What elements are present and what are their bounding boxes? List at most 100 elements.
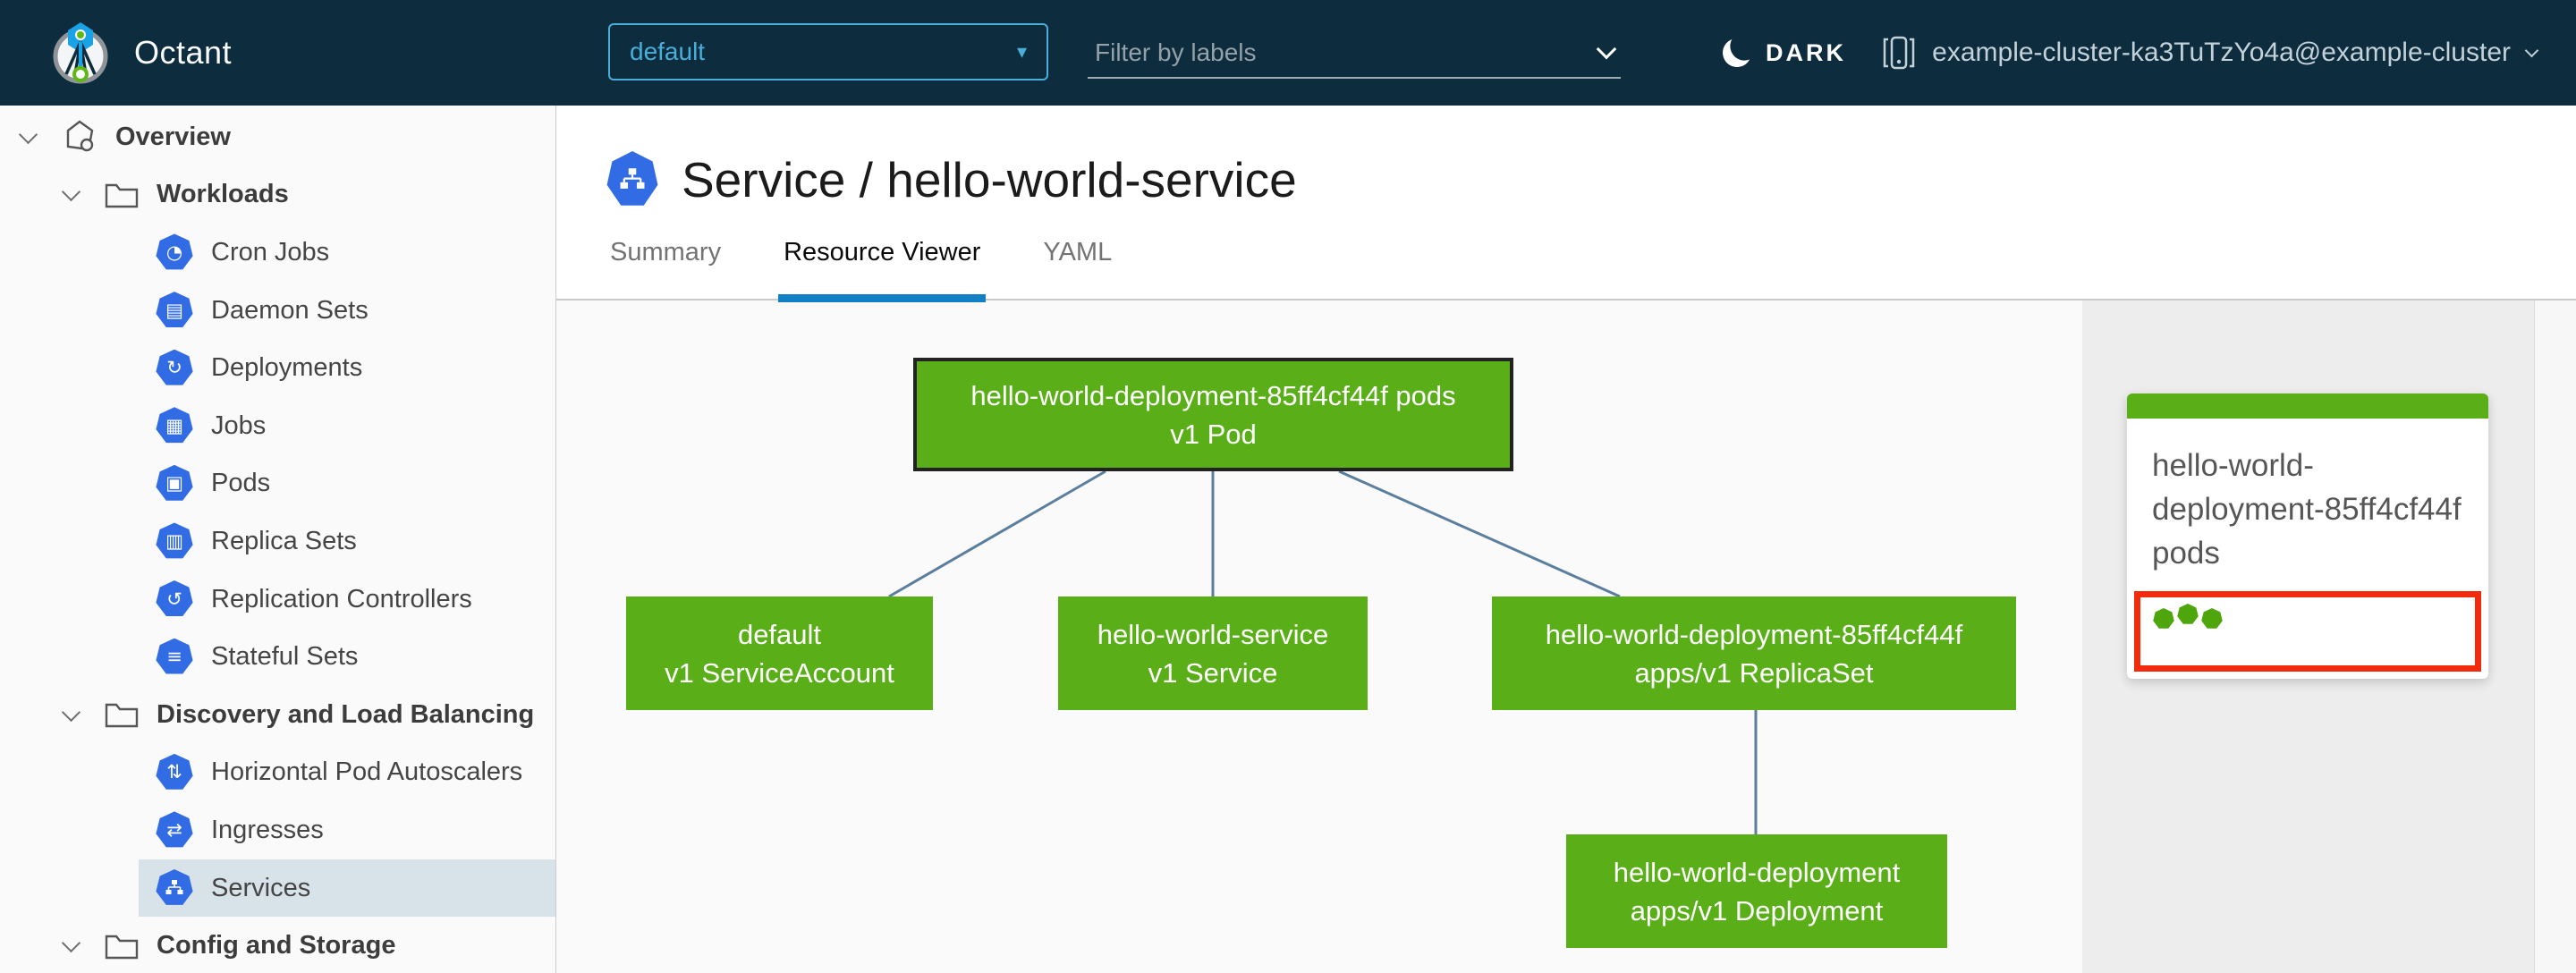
sidebar-item-label: Cron Jobs xyxy=(211,237,330,267)
status-bar xyxy=(2127,393,2488,419)
node-kind: v1 ServiceAccount xyxy=(665,656,894,689)
sidebar-item-config-and-storage[interactable]: Config and Storage xyxy=(0,917,555,973)
pod-status-dot[interactable] xyxy=(2153,608,2174,629)
sidebar-item-label: Workloads xyxy=(157,180,289,209)
chevron-down-icon[interactable] xyxy=(61,182,81,202)
namespace-value: default xyxy=(630,38,706,65)
graph-node-service-account[interactable]: default v1 ServiceAccount xyxy=(626,596,933,710)
cluster-name: example-cluster-ka3TuTzYo4a@example-clus… xyxy=(1932,38,2511,67)
pods-icon: ▣ xyxy=(156,464,193,501)
sidebar-item-jobs[interactable]: ▦ Jobs xyxy=(0,397,555,455)
resource-viewer: hello-world-deployment-85ff4cf44f pods v… xyxy=(556,300,2576,973)
filter-placeholder: Filter by labels xyxy=(1095,38,1257,66)
pod-status-dot[interactable] xyxy=(2177,604,2199,624)
app-header: Octant default ▾ Filter by labels DARK e… xyxy=(0,0,2576,106)
graph-node-deployment[interactable]: hello-world-deployment apps/v1 Deploymen… xyxy=(1566,834,1947,948)
theme-toggle[interactable]: DARK xyxy=(1723,0,1846,106)
jobs-icon: ▦ xyxy=(156,407,193,444)
octant-app: Octant default ▾ Filter by labels DARK e… xyxy=(0,0,2576,973)
node-name: hello-world-deployment xyxy=(1613,856,1901,888)
daemon-sets-icon: ▤ xyxy=(156,292,193,327)
sidebar-item-label: Replication Controllers xyxy=(211,584,472,613)
sidebar-item-label: Stateful Sets xyxy=(211,642,359,672)
deployments-icon: ↻ xyxy=(156,349,193,385)
node-name: hello-world-service xyxy=(1097,618,1329,650)
sidebar-item-workloads[interactable]: Workloads xyxy=(0,166,555,224)
folder-icon xyxy=(105,932,139,960)
sidebar-item-label: Ingresses xyxy=(211,815,324,844)
theme-label: DARK xyxy=(1766,38,1846,66)
brand: Octant xyxy=(48,0,232,106)
chevron-down-icon[interactable] xyxy=(61,934,81,953)
sidebar-item-deployments[interactable]: ↻ Deployments xyxy=(0,339,555,397)
tab-summary[interactable]: Summary xyxy=(606,238,724,300)
sidebar-item-label: Config and Storage xyxy=(157,931,396,960)
sidebar-nav: Overview Workloads ◔ Cron Jobs ▤ Daemon … xyxy=(0,106,556,973)
cron-jobs-icon: ◔ xyxy=(156,233,193,270)
sidebar-item-label: Replica Sets xyxy=(211,526,357,555)
chevron-down-icon[interactable] xyxy=(61,702,81,722)
sidebar-item-cron-jobs[interactable]: ◔ Cron Jobs xyxy=(0,224,555,282)
sidebar-item-horizontal-pod-autoscalers[interactable]: ⇅ Horizontal Pod Autoscalers xyxy=(0,744,555,802)
services-icon xyxy=(156,869,193,905)
moon-icon xyxy=(1719,35,1754,70)
graph-node-replica-set[interactable]: hello-world-deployment-85ff4cf44f apps/v… xyxy=(1492,596,2016,710)
sidebar-item-daemon-sets[interactable]: ▤ Daemon Sets xyxy=(0,282,555,340)
node-name: default xyxy=(737,618,822,650)
graph-node-pod[interactable]: hello-world-deployment-85ff4cf44f pods v… xyxy=(913,358,1513,471)
sidebar-item-discovery-and-load-balancing[interactable]: Discovery and Load Balancing xyxy=(0,686,555,744)
sidebar-item-label: Pods xyxy=(211,469,271,498)
folder-icon xyxy=(105,181,139,209)
sidebar-item-label: Horizontal Pod Autoscalers xyxy=(211,757,523,787)
selected-node-card: hello-world-deployment-85ff4cf44f pods xyxy=(2127,393,2488,679)
chevron-down-icon[interactable] xyxy=(18,124,38,144)
pod-status-dot[interactable] xyxy=(2201,608,2223,629)
sidebar-item-label: Daemon Sets xyxy=(211,295,369,325)
sidebar-item-replication-controllers[interactable]: ↺ Replication Controllers xyxy=(0,571,555,629)
octant-logo xyxy=(53,22,108,84)
ingresses-icon: ⇄ xyxy=(156,811,193,848)
folder-icon xyxy=(105,700,139,729)
node-name: hello-world-deployment-85ff4cf44f xyxy=(1545,618,1963,650)
chevron-down-icon xyxy=(2524,43,2539,57)
cluster-icon xyxy=(1883,36,1915,70)
sidebar-item-label: Discovery and Load Balancing xyxy=(157,699,535,729)
stateful-sets-icon: ≡ xyxy=(156,638,193,674)
pod-status-box[interactable] xyxy=(2134,591,2481,672)
resource-graph[interactable]: hello-world-deployment-85ff4cf44f pods v… xyxy=(556,300,2082,973)
sidebar-item-services[interactable]: Services xyxy=(0,859,555,918)
sidebar-item-stateful-sets[interactable]: ≡ Stateful Sets xyxy=(0,628,555,686)
service-icon xyxy=(606,151,658,206)
node-kind: apps/v1 ReplicaSet xyxy=(1634,656,1874,689)
label-filter-input[interactable]: Filter by labels xyxy=(1088,29,1621,79)
sidebar-item-ingresses[interactable]: ⇄ Ingresses xyxy=(0,801,555,859)
node-kind: apps/v1 Deployment xyxy=(1630,894,1884,926)
cluster-selector[interactable]: example-cluster-ka3TuTzYo4a@example-clus… xyxy=(1882,0,2539,106)
sidebar-item-label: Jobs xyxy=(211,410,267,440)
sidebar-item-label: Overview xyxy=(115,122,231,151)
tab-yaml[interactable]: YAML xyxy=(1039,238,1115,300)
tab-bar: Summary Resource Viewer YAML xyxy=(606,238,2576,302)
sidebar-item-overview[interactable]: Overview xyxy=(0,108,555,166)
graph-node-service[interactable]: hello-world-service v1 Service xyxy=(1058,596,1368,710)
replica-sets-icon: ▥ xyxy=(156,522,193,559)
node-kind: v1 Service xyxy=(1148,656,1278,689)
page-title-row: Service / hello-world-service xyxy=(606,150,2576,209)
chevron-down-icon[interactable] xyxy=(1596,38,1617,60)
sidebar-item-pods[interactable]: ▣ Pods xyxy=(0,455,555,513)
node-name: hello-world-deployment-85ff4cf44f pods xyxy=(970,379,1456,411)
replication-controllers-icon: ↺ xyxy=(156,580,193,616)
detail-panel: hello-world-deployment-85ff4cf44f pods xyxy=(2082,300,2534,973)
applications-icon xyxy=(62,118,97,156)
hpa-icon: ⇅ xyxy=(156,753,193,790)
sidebar-item-label: Services xyxy=(211,873,311,902)
content-header: Service / hello-world-service Summary Re… xyxy=(556,106,2576,302)
right-gutter xyxy=(2534,300,2576,973)
card-title: hello-world-deployment-85ff4cf44f pods xyxy=(2152,448,2462,571)
sidebar-item-label: Deployments xyxy=(211,353,363,383)
namespace-dropdown[interactable]: default ▾ xyxy=(608,23,1048,80)
sidebar-item-replica-sets[interactable]: ▥ Replica Sets xyxy=(0,512,555,571)
dropdown-arrow-icon: ▾ xyxy=(1016,40,1027,63)
app-title: Octant xyxy=(134,34,233,71)
tab-resource-viewer[interactable]: Resource Viewer xyxy=(778,238,987,302)
